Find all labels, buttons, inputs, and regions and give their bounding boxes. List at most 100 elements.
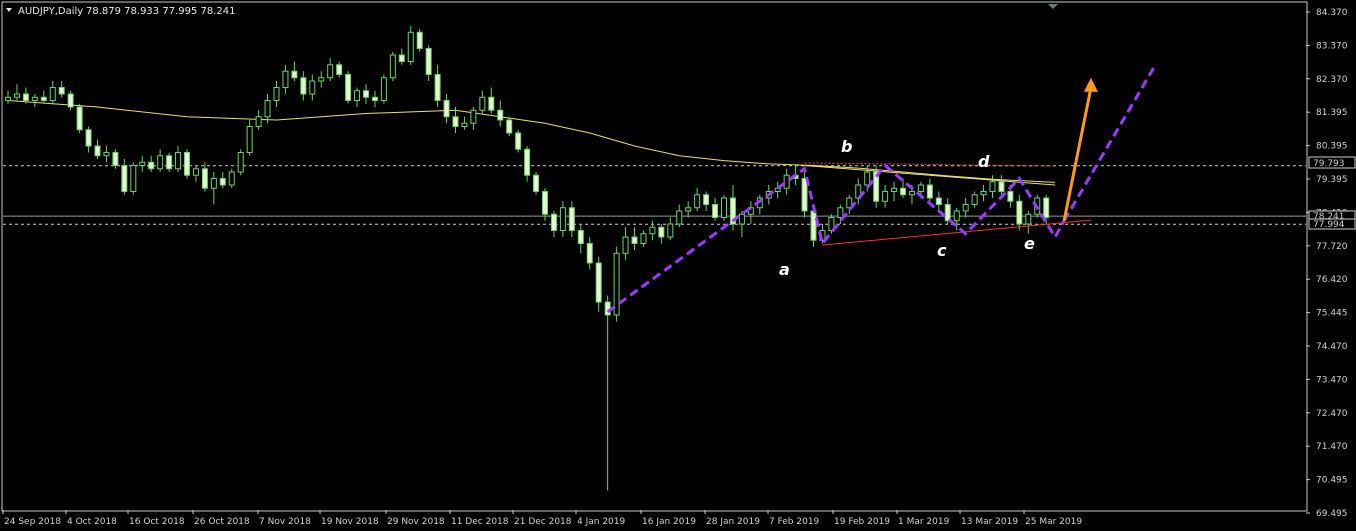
candle-body [354, 90, 361, 101]
candle-body [1043, 197, 1050, 218]
x-tick-label: 26 Oct 2018 [194, 517, 250, 527]
ohlc-values: 78.879 78.933 77.995 78.241 [86, 6, 236, 17]
dropdown-arrow-icon[interactable] [6, 8, 12, 12]
candle-body [291, 70, 298, 79]
candle-body [201, 168, 208, 189]
y-tick-label: 82.370 [1316, 75, 1348, 85]
candle-body [13, 93, 20, 98]
candle-body [121, 165, 128, 192]
candle-body [309, 80, 316, 95]
candle-body [962, 204, 969, 212]
candle-body [237, 152, 244, 173]
candle-body [58, 87, 65, 95]
candle-body [318, 77, 325, 82]
candle-body [246, 126, 253, 153]
y-tick-label: 83.370 [1316, 41, 1348, 51]
wave-projection-line [1062, 67, 1155, 222]
x-tick-label: 11 Dec 2018 [451, 517, 509, 527]
candle-body [264, 100, 271, 118]
candle-body [157, 155, 164, 170]
y-tick-label: 72.470 [1316, 409, 1348, 419]
candle-body [210, 178, 217, 189]
candle-body [327, 64, 334, 79]
candle-body [336, 64, 343, 75]
x-tick-label: 16 Oct 2018 [129, 517, 185, 527]
candle-body [103, 152, 110, 157]
candle-body [398, 54, 405, 62]
candle-body [926, 184, 933, 199]
candle-body [488, 96, 495, 111]
candle-body [76, 106, 83, 131]
chart-title: AUDJPY,Daily 78.879 78.933 77.995 78.241 [6, 6, 236, 17]
wave-labels: a b c d e [779, 137, 1035, 279]
price-chart[interactable]: AUDJPY,Daily 78.879 78.933 77.995 78.241… [0, 0, 1356, 531]
candle-body [524, 148, 531, 176]
candle-body [371, 96, 378, 101]
candle-body [452, 116, 459, 127]
candle-body [953, 210, 960, 222]
x-tick-label: 4 Jan 2019 [577, 517, 625, 527]
wave-label-e: e [1024, 234, 1035, 253]
candle-body [389, 54, 396, 79]
candle-body [479, 96, 486, 111]
x-tick-label: 16 Jan 2019 [642, 517, 696, 527]
candle-body [49, 87, 56, 101]
candle-body [1007, 191, 1014, 202]
candle-body [613, 252, 620, 316]
y-tick-label: 79.395 [1316, 175, 1348, 185]
candle-body [810, 210, 817, 241]
x-tick-label: 25 Mar 2019 [1025, 517, 1082, 527]
wave-label-b: b [841, 137, 852, 156]
candle-body [184, 152, 190, 176]
candle-body [568, 207, 575, 231]
y-tick-label: 74.470 [1316, 342, 1348, 352]
candle-body [273, 87, 280, 101]
candle-body [85, 129, 92, 147]
candle-body [577, 230, 584, 244]
support-price-label: 77.994 [1313, 220, 1345, 230]
candle-body [148, 161, 155, 170]
candle-body [363, 90, 369, 98]
candle-body [900, 187, 906, 196]
x-tick-label: 7 Feb 2019 [769, 517, 820, 527]
y-tick-label: 77.720 [1316, 242, 1348, 252]
y-tick-label: 70.495 [1316, 476, 1348, 486]
y-tick-label: 69.495 [1316, 509, 1348, 519]
time-axis[interactable]: 24 Sep 2018 4 Oct 2018 16 Oct 2018 26 Oct 2… [2, 510, 1082, 527]
candle-body [917, 184, 924, 192]
candle-body [130, 165, 137, 192]
y-tick-label: 80.395 [1316, 142, 1348, 152]
candle-body [738, 213, 745, 225]
moving-average-line [7, 100, 1056, 183]
candle-body [685, 207, 692, 212]
candle-body [703, 194, 710, 205]
shift-marker-icon[interactable] [1048, 4, 1058, 9]
candle-body [935, 197, 942, 205]
price-axis[interactable]: 84.37083.37082.37081.39580.39579.39578.4… [1306, 8, 1348, 519]
candle-body [694, 194, 701, 209]
candle-body [443, 100, 450, 118]
x-tick-label: 29 Nov 2018 [387, 517, 445, 527]
candle-body [604, 301, 611, 316]
candle-body [712, 204, 719, 218]
candle-body [801, 178, 808, 212]
x-tick-label: 28 Jan 2019 [706, 517, 760, 527]
candle-body [864, 171, 871, 186]
symbol-label: AUDJPY,Daily [18, 6, 83, 17]
x-tick-label: 13 Mar 2019 [961, 517, 1018, 527]
candle-body [255, 116, 262, 127]
candle-body [667, 223, 674, 238]
candle-body [282, 70, 289, 88]
y-tick-label: 81.395 [1316, 108, 1348, 118]
candle-body [676, 210, 683, 225]
candle-body [721, 197, 727, 218]
resistance-price-label: 79.793 [1313, 159, 1345, 169]
candle-body [40, 96, 47, 101]
candle-body [380, 77, 387, 101]
candle-body [94, 145, 101, 157]
candle-body [944, 204, 951, 222]
candle-body [67, 93, 74, 108]
x-tick-label: 21 Dec 2018 [514, 517, 572, 527]
wave-overlays [606, 67, 1155, 314]
candle-body [228, 171, 235, 186]
